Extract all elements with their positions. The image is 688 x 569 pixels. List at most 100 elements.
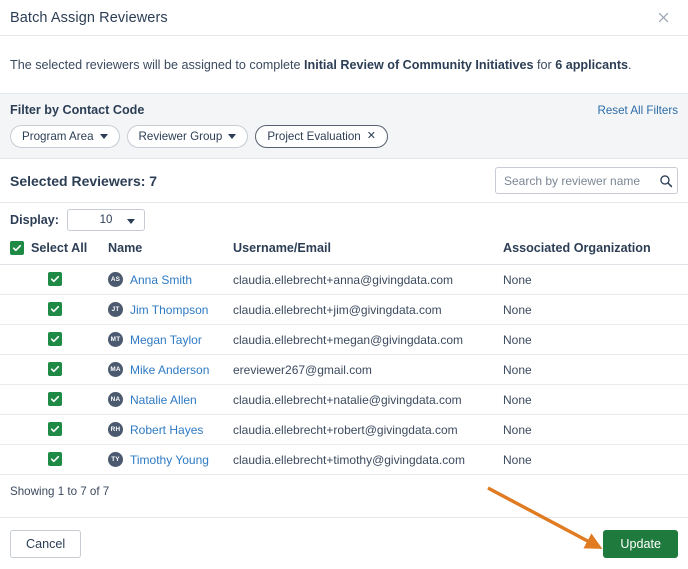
row-organization-cell: None [503, 294, 688, 325]
close-icon[interactable] [652, 7, 674, 29]
row-checkbox[interactable] [48, 452, 62, 466]
filter-label: Filter by Contact Code [10, 103, 145, 117]
filter-chip-reviewer-group[interactable]: Reviewer Group [126, 125, 249, 148]
row-email-cell: claudia.ellebrecht+megan@givingdata.com [233, 324, 503, 355]
row-checkbox[interactable] [48, 302, 62, 316]
row-organization-cell: None [503, 444, 688, 475]
row-checkbox[interactable] [48, 332, 62, 346]
avatar: NA [108, 392, 123, 407]
modal-header: Batch Assign Reviewers [0, 0, 688, 36]
row-checkbox[interactable] [48, 422, 62, 436]
reviewer-name-link[interactable]: Timothy Young [130, 453, 209, 467]
table-row[interactable]: TY Timothy Young claudia.ellebrecht+timo… [0, 444, 688, 475]
pagination-summary: Showing 1 to 7 of 7 [10, 485, 110, 498]
table-row[interactable]: NA Natalie Allen claudia.ellebrecht+nata… [0, 384, 688, 415]
row-select-cell [0, 264, 108, 295]
assignment-description: The selected reviewers will be assigned … [10, 58, 632, 72]
row-select-cell [0, 354, 108, 385]
table-row[interactable]: RH Robert Hayes claudia.ellebrecht+rober… [0, 414, 688, 445]
remove-chip-icon[interactable]: ✕ [367, 131, 376, 142]
row-email-cell: claudia.ellebrecht+jim@givingdata.com [233, 294, 503, 325]
avatar: RH [108, 422, 123, 437]
row-checkbox[interactable] [48, 392, 62, 406]
select-all-checkbox[interactable] [10, 241, 24, 255]
row-email-cell: claudia.ellebrecht+timothy@givingdata.co… [233, 444, 503, 475]
reset-all-filters-link[interactable]: Reset All Filters [597, 104, 678, 117]
modal-footer: Cancel Update [0, 517, 688, 569]
row-select-cell [0, 324, 108, 355]
avatar: JT [108, 302, 123, 317]
selected-reviewers-bar: Selected Reviewers: 7 [0, 159, 688, 203]
filter-header: Filter by Contact Code Reset All Filters [10, 103, 678, 117]
row-organization-cell: None [503, 384, 688, 415]
row-email-cell: claudia.ellebrecht+robert@givingdata.com [233, 414, 503, 445]
row-email-cell: claudia.ellebrecht+anna@givingdata.com [233, 264, 503, 295]
reviewer-name-link[interactable]: Natalie Allen [130, 393, 197, 407]
row-select-cell [0, 384, 108, 415]
filter-chip-project-evaluation[interactable]: Project Evaluation ✕ [255, 125, 388, 148]
row-name-cell: JT Jim Thompson [108, 294, 233, 325]
row-checkbox[interactable] [48, 362, 62, 376]
row-name-cell: RH Robert Hayes [108, 414, 233, 445]
reviewers-table-body: AS Anna Smith claudia.ellebrecht+anna@gi… [0, 264, 688, 475]
table-row[interactable]: JT Jim Thompson claudia.ellebrecht+jim@g… [0, 294, 688, 325]
description-review-name: Initial Review of Community Initiatives [304, 57, 534, 72]
row-name-cell: TY Timothy Young [108, 444, 233, 475]
row-organization-cell: None [503, 414, 688, 445]
avatar: TY [108, 452, 123, 467]
row-email-cell: ereviewer267@gmail.com [233, 354, 503, 385]
avatar: MA [108, 362, 123, 377]
filter-bar: Filter by Contact Code Reset All Filters… [0, 94, 688, 159]
column-header-email: Username/Email [233, 237, 503, 265]
description-suffix: . [628, 57, 632, 72]
filter-chip-program-area[interactable]: Program Area [10, 125, 120, 148]
row-name-cell: MA Mike Anderson [108, 354, 233, 385]
page-size-value: 10 [99, 214, 113, 226]
display-row: Display: 10 [0, 203, 688, 237]
table-row[interactable]: MT Megan Taylor claudia.ellebrecht+megan… [0, 324, 688, 355]
row-checkbox[interactable] [48, 272, 62, 286]
row-organization-cell: None [503, 264, 688, 295]
table-row[interactable]: AS Anna Smith claudia.ellebrecht+anna@gi… [0, 264, 688, 295]
search-container [495, 167, 678, 194]
reviewer-name-link[interactable]: Jim Thompson [130, 303, 208, 317]
reviewer-name-link[interactable]: Megan Taylor [130, 333, 202, 347]
batch-assign-reviewers-modal: Batch Assign Reviewers The selected revi… [0, 0, 688, 569]
row-name-cell: MT Megan Taylor [108, 324, 233, 355]
avatar: AS [108, 272, 123, 287]
reviewer-name-link[interactable]: Anna Smith [130, 273, 192, 287]
reviewer-name-link[interactable]: Mike Anderson [130, 363, 209, 377]
column-header-select-all: Select All [0, 237, 108, 265]
row-name-cell: AS Anna Smith [108, 264, 233, 295]
chevron-down-icon [228, 134, 237, 139]
column-header-organization: Associated Organization [503, 237, 688, 265]
table-header-row: Select All Name Username/Email Associate… [0, 237, 688, 265]
filter-chip-label: Reviewer Group [138, 130, 223, 143]
selected-reviewers-count: Selected Reviewers: 7 [10, 172, 158, 189]
description-middle: for [533, 57, 556, 72]
filter-chip-list: Program Area Reviewer Group Project Eval… [10, 125, 678, 148]
reviewer-name-link[interactable]: Robert Hayes [130, 423, 203, 437]
filter-chip-label: Program Area [22, 130, 94, 143]
page-size-select[interactable]: 10 [67, 209, 145, 231]
description-prefix: The selected reviewers will be assigned … [10, 57, 304, 72]
row-name-cell: NA Natalie Allen [108, 384, 233, 415]
search-input[interactable] [495, 167, 678, 194]
row-organization-cell: None [503, 354, 688, 385]
row-select-cell [0, 414, 108, 445]
row-email-cell: claudia.ellebrecht+natalie@givingdata.co… [233, 384, 503, 415]
table-row[interactable]: MA Mike Anderson ereviewer267@gmail.com … [0, 354, 688, 385]
description-applicant-count: 6 applicants [555, 57, 629, 72]
reviewers-table: Select All Name Username/Email Associate… [0, 237, 688, 475]
select-all-label: Select All [31, 241, 88, 255]
row-organization-cell: None [503, 324, 688, 355]
chevron-down-icon [127, 219, 135, 224]
chevron-down-icon [99, 134, 108, 139]
update-button[interactable]: Update [603, 529, 678, 558]
column-header-name: Name [108, 237, 233, 265]
cancel-button[interactable]: Cancel [10, 529, 82, 558]
page-title: Batch Assign Reviewers [10, 9, 168, 26]
description-row: The selected reviewers will be assigned … [0, 36, 688, 94]
row-select-cell [0, 294, 108, 325]
row-select-cell [0, 444, 108, 475]
